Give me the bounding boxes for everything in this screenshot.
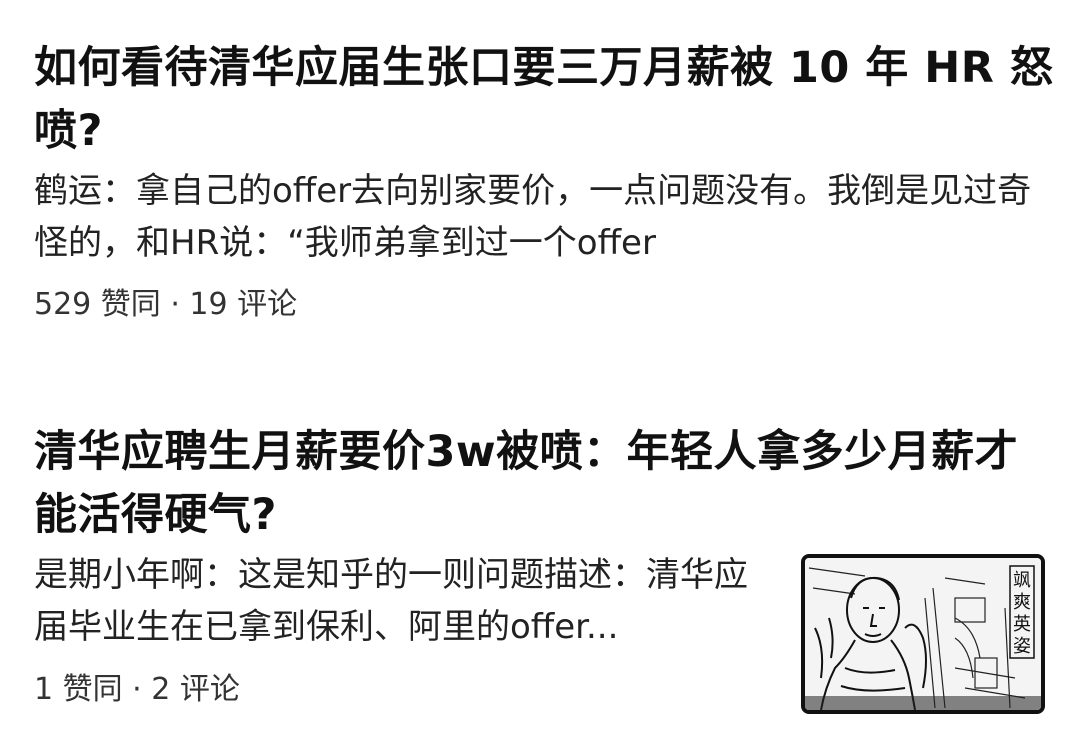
- thumbnail-caption-char: 飒: [1013, 570, 1031, 591]
- result-thumbnail[interactable]: 飒 爽 英 姿: [801, 554, 1045, 714]
- result-excerpt[interactable]: 鹤运：拿自己的offer去向别家要价，一点问题没有。我倒是见过奇怪的，和HR说：…: [34, 165, 1044, 269]
- search-results-feed: 如何看待清华应届生张口要三万月薪被 10 年 HR 怒喷? 鹤运：拿自己的off…: [0, 0, 1080, 754]
- comment-count: 19 评论: [189, 287, 298, 322]
- excerpt-text: 拿自己的offer去向别家要价，一点问题没有。我倒是见过奇怪的，和HR说：“我师…: [34, 171, 1032, 263]
- thumbnail-caption-char: 爽: [1013, 592, 1031, 613]
- excerpt-author: 是期小年啊: [34, 555, 204, 595]
- thumbnail-image: 飒 爽 英 姿: [805, 558, 1041, 710]
- comment-count: 2 评论: [151, 672, 240, 707]
- result-title[interactable]: 清华应聘生月薪要价3w被喷：年轻人拿多少月薪才能活得硬气?: [34, 421, 1054, 547]
- upvote-count: 1 赞同: [34, 672, 123, 707]
- result-title[interactable]: 如何看待清华应届生张口要三万月薪被 10 年 HR 怒喷?: [34, 37, 1054, 163]
- upvote-count: 529 赞同: [34, 287, 161, 322]
- meta-dot: ·: [122, 672, 152, 707]
- thumbnail-caption-char: 英: [1013, 614, 1031, 635]
- result-meta: 529 赞同 · 19 评论: [34, 285, 297, 325]
- excerpt-separator: ：: [102, 171, 136, 211]
- excerpt-separator: ：: [204, 555, 238, 595]
- excerpt-author: 鹤运: [34, 171, 102, 211]
- result-excerpt[interactable]: 是期小年啊：这是知乎的一则问题描述：清华应届毕业生在已拿到保利、阿里的offer…: [34, 549, 764, 653]
- thumbnail-caption-char: 姿: [1013, 636, 1031, 657]
- meta-dot: ·: [160, 287, 190, 322]
- result-meta: 1 赞同 · 2 评论: [34, 670, 240, 710]
